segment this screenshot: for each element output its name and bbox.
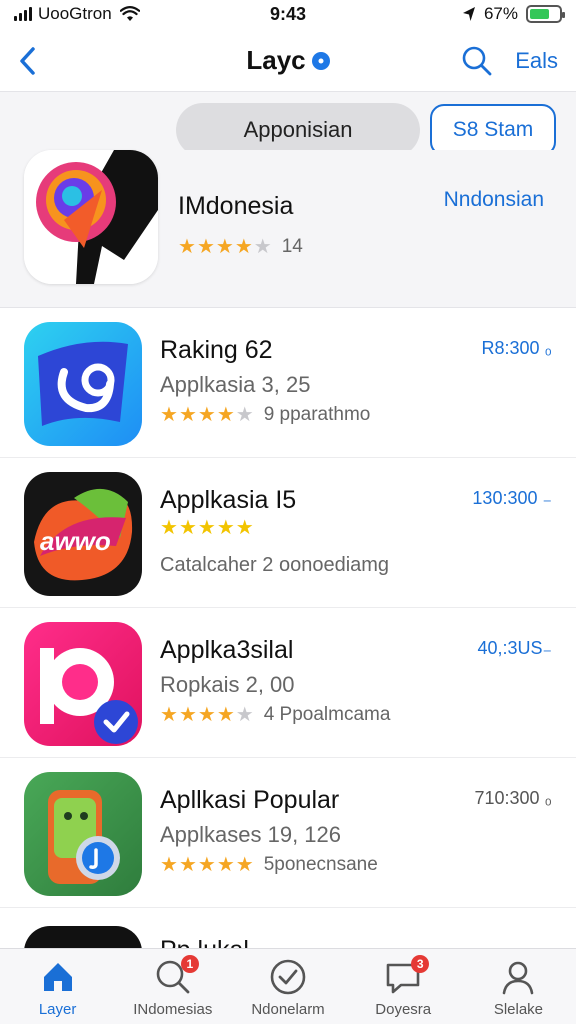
app-price-button[interactable]: 710:300 ₀ bbox=[474, 788, 552, 809]
battery-percent: 67% bbox=[483, 4, 518, 23]
list-item[interactable]: Applka3silal Ropkais 2, 00 ★ ★ ★ ★ ★ 4 Ppoal… bbox=[0, 608, 576, 758]
star-filled-icon: ★ bbox=[178, 854, 197, 876]
star-rating: ★ ★ ★ ★ ★ bbox=[178, 237, 272, 257]
tab-indomesias[interactable]: 1 INdomesias bbox=[115, 949, 230, 1024]
star-filled-icon: ★ bbox=[160, 517, 178, 539]
app-rating: ★ ★ ★ ★ ★ 4 Ppoalmcama bbox=[160, 704, 390, 726]
app-rating: ★ ★ ★ ★ ★ 5ponecnsane bbox=[160, 854, 378, 876]
location-arrow-icon bbox=[462, 7, 475, 21]
app-subtitle: Applkasia 3, 25 bbox=[160, 372, 311, 397]
star-filled-icon: ★ bbox=[234, 236, 253, 258]
featured-app[interactable]: IMdonesia Nndonsian ★ ★ ★ ★ ★ 14 bbox=[0, 150, 576, 308]
tab-label: INdomesias bbox=[133, 1001, 213, 1018]
star-rating: ★ ★ ★ ★ ★ bbox=[160, 405, 254, 425]
list-item[interactable]: Apllkasi Popular Applkases 19, 126 ★ ★ ★ ★ ★… bbox=[0, 758, 576, 908]
star-filled-icon: ★ bbox=[178, 517, 197, 539]
app-rating: ★ ★ ★ ★ ★ bbox=[160, 518, 254, 538]
star-rating: ★ ★ ★ ★ ★ bbox=[160, 855, 254, 875]
app-rating-text: 5ponecnsane bbox=[263, 854, 378, 875]
app-subtitle: Catalcaher 2 oonoediamg bbox=[160, 554, 390, 576]
tab-label: Layer bbox=[38, 1001, 77, 1018]
nav-bar: Layc Eals bbox=[0, 30, 576, 92]
notification-badge: 1 bbox=[180, 955, 199, 973]
status-bar: UooGtron 9:43 67% bbox=[0, 0, 576, 28]
tab-bar: Layer 1 INdomesias Ndonelarm 3 Doyesra S… bbox=[0, 948, 576, 1024]
star-filled-icon: ★ bbox=[160, 404, 178, 426]
star-filled-icon: ★ bbox=[178, 704, 197, 726]
wifi-icon bbox=[119, 6, 140, 21]
app-rating-text: 9 pparathmo bbox=[263, 404, 371, 425]
app-icon[interactable]: awwo bbox=[24, 472, 142, 596]
star-filled-icon: ★ bbox=[216, 404, 235, 426]
tab-ndonelarm[interactable]: Ndonelarm bbox=[230, 949, 345, 1024]
person-icon bbox=[503, 961, 534, 995]
search-icon: 1 bbox=[153, 955, 199, 997]
back-button[interactable] bbox=[18, 41, 46, 81]
notification-badge: 3 bbox=[411, 955, 430, 973]
featured-app-link[interactable]: Nndonsian bbox=[444, 188, 544, 212]
tab-label: Doyesra bbox=[375, 1001, 432, 1018]
star-filled-icon: ★ bbox=[160, 704, 178, 726]
tab-label: Ndonelarm bbox=[251, 1001, 325, 1018]
signal-icon bbox=[14, 7, 32, 21]
list-item[interactable]: awwo Applkasia I5 ★ ★ ★ ★ ★ Catalcaher 2 oon… bbox=[0, 458, 576, 608]
app-name: Apllkasi Popular bbox=[160, 786, 340, 814]
chevron-left-icon bbox=[20, 46, 35, 75]
star-filled-icon: ★ bbox=[197, 517, 216, 539]
app-rating-text: 4 Ppoalmcama bbox=[263, 704, 391, 725]
star-filled-icon: ★ bbox=[196, 236, 215, 258]
app-name: Applka3silal bbox=[160, 636, 294, 664]
star-empty-icon: ★ bbox=[235, 404, 254, 426]
star-filled-icon: ★ bbox=[235, 517, 254, 539]
star-filled-icon: ★ bbox=[197, 404, 216, 426]
app-price-button[interactable]: R8:300 ₀ bbox=[481, 338, 552, 359]
carrier-name: UooGtron bbox=[38, 4, 112, 23]
app-subtitle: Applkases 19, 126 bbox=[160, 822, 342, 847]
star-empty-icon: ★ bbox=[235, 704, 254, 726]
tab-doyesra[interactable]: 3 Doyesra bbox=[346, 949, 461, 1024]
star-filled-icon: ★ bbox=[160, 854, 178, 876]
star-filled-icon: ★ bbox=[215, 236, 234, 258]
app-icon[interactable] bbox=[24, 322, 142, 446]
star-filled-icon: ★ bbox=[216, 854, 235, 876]
search-icon[interactable] bbox=[461, 45, 493, 77]
star-rating: ★ ★ ★ ★ ★ bbox=[160, 705, 254, 725]
star-rating: ★ ★ ★ ★ ★ bbox=[160, 518, 254, 538]
list-item[interactable]: Raking 62 Applkasia 3, 25 ★ ★ ★ ★ ★ 9 pparat… bbox=[0, 308, 576, 458]
star-filled-icon: ★ bbox=[197, 704, 216, 726]
app-price-button[interactable]: 40,:3US₋ bbox=[477, 638, 552, 659]
star-filled-icon: ★ bbox=[178, 236, 196, 258]
app-name: Raking 62 bbox=[160, 336, 273, 364]
star-empty-icon: ★ bbox=[253, 236, 272, 258]
verified-badge-icon bbox=[311, 51, 330, 70]
app-list: Raking 62 Applkasia 3, 25 ★ ★ ★ ★ ★ 9 pparat… bbox=[0, 308, 576, 908]
star-filled-icon: ★ bbox=[216, 517, 235, 539]
app-subtitle: Ropkais 2, 00 bbox=[160, 672, 295, 697]
app-icon[interactable] bbox=[24, 622, 142, 746]
featured-rating: ★ ★ ★ ★ ★ 14 bbox=[178, 236, 303, 258]
nav-right-link[interactable]: Eals bbox=[515, 48, 558, 74]
page-title-text: Layc bbox=[246, 45, 306, 75]
home-icon bbox=[43, 963, 72, 991]
featured-rating-count: 14 bbox=[281, 236, 303, 257]
app-rating: ★ ★ ★ ★ ★ 9 pparathmo bbox=[160, 404, 370, 426]
featured-app-name: IMdonesia bbox=[178, 192, 294, 220]
app-price-button[interactable]: 130:300 ₋ bbox=[472, 488, 552, 509]
segment-outline-button[interactable]: S8 Stam bbox=[430, 104, 556, 156]
star-filled-icon: ★ bbox=[235, 854, 254, 876]
app-icon[interactable] bbox=[24, 772, 142, 896]
featured-app-icon[interactable] bbox=[24, 150, 158, 284]
tab-slelake[interactable]: Slelake bbox=[461, 949, 576, 1024]
svg-text:awwo: awwo bbox=[40, 526, 111, 556]
tab-label: Slelake bbox=[493, 1001, 544, 1018]
star-filled-icon: ★ bbox=[178, 404, 197, 426]
message-icon: 3 bbox=[383, 955, 430, 997]
segment-pill-button[interactable]: Apponisian bbox=[176, 103, 420, 157]
star-filled-icon: ★ bbox=[216, 704, 235, 726]
check-circle-icon bbox=[270, 959, 306, 995]
app-name: Applkasia I5 bbox=[160, 486, 297, 514]
star-filled-icon: ★ bbox=[197, 854, 216, 876]
battery-icon bbox=[526, 5, 565, 23]
tab-layer[interactable]: Layer bbox=[0, 949, 115, 1024]
